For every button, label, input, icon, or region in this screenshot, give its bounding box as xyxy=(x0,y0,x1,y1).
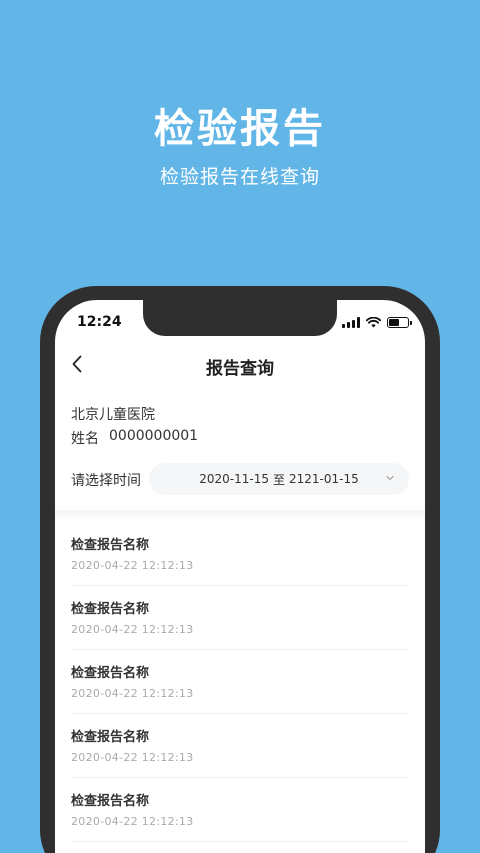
list-item[interactable]: 检查报告名称 2020-04-22 12:12:13 xyxy=(71,586,409,650)
hospital-name: 北京儿童医院 xyxy=(71,407,155,423)
report-time: 2020-04-22 12:12:13 xyxy=(71,623,194,636)
report-name: 检查报告名称 xyxy=(71,666,150,681)
report-time: 2020-04-22 12:12:13 xyxy=(71,751,194,764)
list-item[interactable]: 检查报告名称 2020-04-22 12:12:13 xyxy=(71,650,409,714)
date-range-end: 2121-01-15 xyxy=(289,472,359,486)
chevron-down-icon xyxy=(386,475,394,481)
report-time: 2020-04-22 12:12:13 xyxy=(71,815,194,828)
hero-title: 检验报告 xyxy=(154,106,326,152)
status-time: 12:24 xyxy=(77,314,122,330)
time-filter-label: 请选择时间 xyxy=(71,473,141,489)
phone-notch xyxy=(143,300,337,336)
signal-icon xyxy=(342,316,360,328)
report-name: 检查报告名称 xyxy=(71,538,150,553)
list-item[interactable]: 检查报告名称 2020-04-22 12:12:13 xyxy=(71,778,409,842)
report-name: 检查报告名称 xyxy=(71,794,150,809)
report-name: 检查报告名称 xyxy=(71,602,150,617)
patient-name-label: 姓名 xyxy=(71,431,99,447)
report-time: 2020-04-22 12:12:13 xyxy=(71,687,194,700)
hero-subtitle: 检验报告在线查询 xyxy=(159,166,320,188)
list-item[interactable]: 检查报告名称 2020-04-22 12:12:13 xyxy=(71,522,409,586)
date-range-picker[interactable]: 2020-11-15 至 2121-01-15 xyxy=(149,463,409,495)
patient-name-value: 0000000001 xyxy=(109,428,199,444)
patient-info: 姓名 0000000001 xyxy=(71,428,198,448)
report-list: 检查报告名称 2020-04-22 12:12:13 检查报告名称 2020-0… xyxy=(71,522,409,842)
phone-screen: 12:24 报告查询 北京儿童医院 姓名 0000000001 请选择时间 20… xyxy=(55,300,425,853)
battery-icon xyxy=(387,316,412,328)
report-time: 2020-04-22 12:12:13 xyxy=(71,559,194,572)
status-icons xyxy=(342,316,412,328)
date-range-start: 2020-11-15 xyxy=(199,472,269,486)
list-item[interactable]: 检查报告名称 2020-04-22 12:12:13 xyxy=(71,714,409,778)
page-title: 报告查询 xyxy=(206,359,274,379)
section-divider xyxy=(55,510,425,520)
wifi-icon xyxy=(366,316,381,327)
report-name: 检查报告名称 xyxy=(71,730,150,745)
date-range-separator: 至 xyxy=(272,472,285,487)
